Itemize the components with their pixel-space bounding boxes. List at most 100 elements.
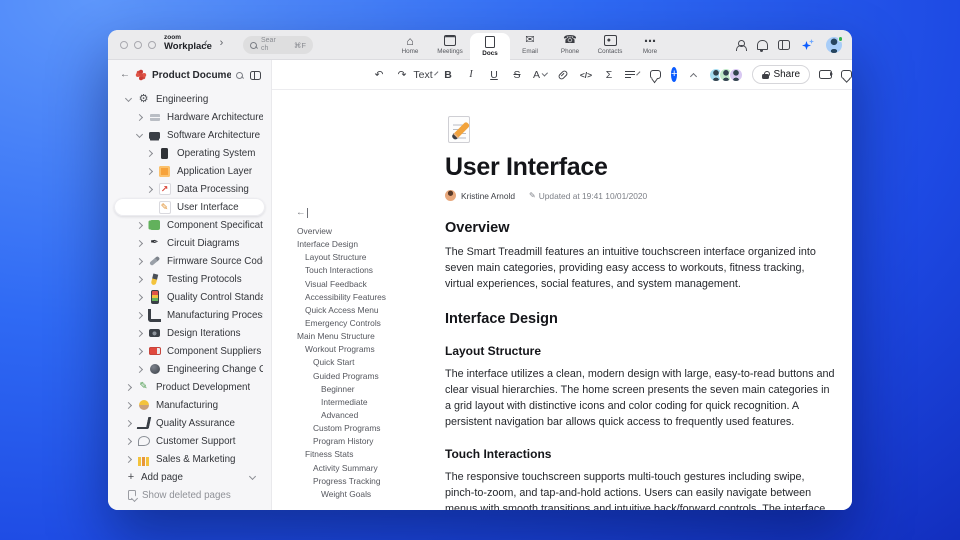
tree-chevron-icon[interactable] — [135, 130, 144, 138]
sidebar-page-item[interactable]: Manufacturing Process — [108, 306, 271, 324]
sidebar-page-item[interactable]: Quality Assurance — [108, 414, 271, 432]
tree-chevron-icon[interactable] — [135, 311, 144, 319]
video-camera-icon[interactable] — [819, 70, 834, 79]
sidebar-page-item[interactable]: Component Suppliers — [108, 342, 271, 360]
sidebar-page-item[interactable]: Engineering — [108, 90, 271, 108]
sidebar-page-item[interactable]: Circuit Diagrams — [108, 234, 271, 252]
tree-chevron-icon[interactable] — [124, 401, 133, 409]
sidebar-page-item[interactable]: Data Processing — [108, 180, 271, 198]
tree-chevron-icon[interactable] — [135, 275, 144, 283]
toc-item[interactable]: Touch Interactions — [296, 264, 436, 277]
profile-icon[interactable] — [736, 39, 747, 51]
sidebar-page-item[interactable]: Product Development — [108, 378, 271, 396]
sidebar-page-item[interactable]: Software Architecture — [108, 126, 271, 144]
toc-item[interactable]: Accessibility Features — [296, 290, 436, 303]
toc-item[interactable]: Custom Programs — [296, 422, 436, 435]
underline-button[interactable]: U — [487, 65, 501, 85]
equation-button[interactable]: Σ — [602, 65, 616, 85]
tree-chevron-icon[interactable] — [135, 347, 144, 355]
toc-item[interactable]: Visual Feedback — [296, 277, 436, 290]
insert-block-button[interactable]: + — [671, 67, 678, 82]
document-memo-icon[interactable] — [445, 115, 475, 145]
toc-item[interactable]: Activity Summary — [296, 461, 436, 474]
toc-item[interactable]: Workout Programs — [296, 343, 436, 356]
tree-chevron-icon[interactable] — [124, 455, 133, 463]
toc-item[interactable]: Overview — [296, 225, 436, 238]
tree-chevron-icon[interactable] — [145, 167, 154, 175]
notifications-bell-icon[interactable] — [757, 40, 768, 52]
sidebar-page-item[interactable]: Testing Protocols — [108, 270, 271, 288]
toc-item[interactable]: Interface Design — [296, 238, 436, 251]
sidebar-page-item[interactable]: Hardware Architecture — [108, 108, 271, 126]
tree-chevron-icon[interactable] — [124, 419, 133, 427]
top-nav-tab[interactable]: Contacts — [590, 30, 630, 60]
add-page-button[interactable]: + Add page — [108, 468, 271, 486]
tree-chevron-icon[interactable] — [145, 149, 154, 157]
collaborator-avatars[interactable] — [709, 67, 744, 82]
sidebar-page-item[interactable]: Operating System — [108, 144, 271, 162]
back-arrow-button[interactable]: ‹ — [204, 37, 208, 49]
account-avatar[interactable] — [826, 36, 843, 53]
tree-chevron-icon[interactable] — [124, 94, 133, 102]
window-close-button[interactable] — [120, 41, 128, 49]
sidebar-page-item[interactable]: Customer Support — [108, 432, 271, 450]
sidebar-collapse-icon[interactable] — [250, 70, 261, 80]
chat-icon[interactable] — [841, 70, 852, 79]
tree-chevron-icon[interactable] — [135, 113, 144, 121]
tree-chevron-icon[interactable] — [145, 185, 154, 193]
add-page-chevron-icon[interactable] — [248, 472, 257, 480]
side-panel-toggle-icon[interactable] — [778, 40, 790, 50]
top-nav-tab[interactable]: Home — [390, 30, 430, 60]
tree-chevron-icon[interactable] — [124, 383, 133, 391]
toc-item[interactable]: Quick Start — [296, 356, 436, 369]
comment-button[interactable] — [648, 65, 662, 85]
alignment-dropdown[interactable] — [625, 65, 641, 85]
top-nav-tab[interactable]: Phone — [550, 30, 590, 60]
tree-chevron-icon[interactable] — [135, 329, 144, 337]
top-nav-tab[interactable]: More — [630, 30, 670, 60]
share-button[interactable]: Share — [752, 65, 811, 84]
italic-button[interactable]: I — [464, 65, 478, 85]
text-style-dropdown[interactable]: Text — [413, 65, 439, 85]
tree-chevron-icon[interactable] — [135, 239, 144, 247]
top-nav-tab[interactable]: Docs — [470, 33, 510, 60]
sidebar-back-button[interactable]: ← — [120, 70, 130, 80]
sidebar-page-item[interactable]: Design Iterations — [108, 324, 271, 342]
toc-item[interactable]: Program History — [296, 435, 436, 448]
toc-item[interactable]: Emergency Controls — [296, 316, 436, 329]
toc-item[interactable]: Guided Programs — [296, 369, 436, 382]
toc-item[interactable]: Layout Structure — [296, 251, 436, 264]
toc-item[interactable]: Quick Access Menu — [296, 303, 436, 316]
window-zoom-button[interactable] — [148, 41, 156, 49]
undo-button[interactable]: ↶ — [372, 65, 386, 85]
sidebar-search-icon[interactable] — [236, 71, 243, 79]
sidebar-page-item[interactable]: Sales & Marketing — [108, 450, 271, 468]
sidebar-page-item[interactable]: User Interface — [114, 198, 265, 216]
tree-chevron-icon[interactable] — [135, 221, 144, 229]
tree-chevron-icon[interactable] — [135, 365, 144, 373]
document-editor[interactable]: User Interface Kristine Arnold ✎ Updated… — [436, 90, 852, 510]
bold-button[interactable]: B — [441, 65, 455, 85]
redo-button[interactable]: ↷ — [395, 65, 409, 85]
strikethrough-button[interactable]: S — [510, 65, 524, 85]
sidebar-page-item[interactable]: Engineering Change Orders — [108, 360, 271, 378]
top-nav-tab[interactable]: Email — [510, 30, 550, 60]
tree-chevron-icon[interactable] — [124, 437, 133, 445]
sidebar-page-item[interactable]: Component Specifications — [108, 216, 271, 234]
sidebar-page-item[interactable]: Manufacturing — [108, 396, 271, 414]
toc-item[interactable]: Beginner — [296, 382, 436, 395]
toc-collapse-icon[interactable]: ← — [296, 208, 308, 218]
document-title[interactable]: User Interface — [445, 153, 835, 182]
show-deleted-pages-button[interactable]: Show deleted pages — [108, 486, 271, 504]
toc-item[interactable]: Progress Tracking — [296, 474, 436, 487]
sidebar-page-item[interactable]: Firmware Source Code — [108, 252, 271, 270]
sidebar-page-item[interactable]: Quality Control Standards — [108, 288, 271, 306]
toc-item[interactable]: Intermediate — [296, 395, 436, 408]
workspace-title[interactable]: Product Documenta... — [152, 70, 231, 81]
insert-link-button[interactable] — [556, 65, 570, 85]
top-nav-tab[interactable]: Meetings — [430, 30, 470, 60]
toc-item[interactable]: Advanced — [296, 408, 436, 421]
code-block-button[interactable]: </> — [579, 65, 593, 85]
collapse-toolbar-button[interactable] — [686, 65, 700, 85]
toc-item[interactable]: Fitness Stats — [296, 448, 436, 461]
